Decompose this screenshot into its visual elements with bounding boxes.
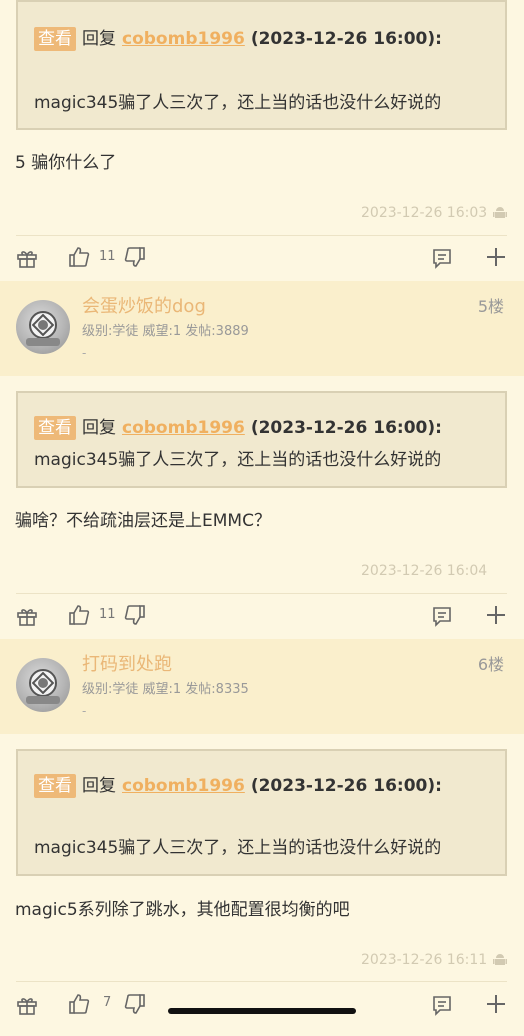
view-quote-button[interactable]: 查看 (34, 27, 76, 51)
view-quote-button[interactable]: 查看 (34, 774, 76, 798)
quoted-user-link[interactable]: cobomb1996 (122, 29, 245, 49)
thumb-up-icon[interactable] (68, 993, 90, 1019)
quote-text: magic345骗了人三次了，还上当的话也没什么好说的 (34, 838, 442, 858)
author-meta: 级别:学徒 威望:1 发帖:3889 (82, 324, 249, 339)
quote-time: (2023-12-26 16:00): (250, 29, 442, 49)
quote-time: (2023-12-26 16:00): (250, 418, 442, 438)
comment-icon[interactable] (431, 247, 453, 273)
floor-number: 5楼 (477, 297, 504, 316)
quoted-user-link[interactable]: cobomb1996 (122, 776, 245, 796)
like-count: 11 (99, 249, 116, 264)
quote-header: 查看 回复 cobomb1996 (2023-12-26 16:00): (34, 771, 442, 798)
quote-header: 查看 回复 cobomb1996 (2023-12-26 16:00): (34, 413, 442, 440)
diver-helmet-avatar[interactable] (16, 300, 70, 354)
quote-header: 查看 回复 cobomb1996 (2023-12-26 16:00): (34, 24, 442, 51)
reply-label: 回复 (82, 418, 116, 438)
author-name[interactable]: 打码到处跑 (82, 650, 172, 676)
like-count: 11 (99, 607, 116, 622)
quote-box: 查看 回复 cobomb1996 (2023-12-26 16:00): magic3… (16, 0, 507, 130)
plus-icon[interactable] (485, 604, 507, 630)
view-quote-button[interactable]: 查看 (34, 416, 76, 440)
author-signature: - (82, 346, 87, 360)
diver-helmet-avatar[interactable] (16, 658, 70, 712)
thumb-up-icon[interactable] (68, 604, 90, 630)
like-count: 7 (103, 995, 112, 1010)
thumb-down-icon[interactable] (124, 604, 146, 630)
post-timestamp: 2023-12-26 16:04 (361, 563, 488, 579)
quote-text: magic345骗了人三次了，还上当的话也没什么好说的 (34, 93, 442, 113)
gift-icon[interactable] (16, 994, 38, 1020)
post-timestamp: 2023-12-26 16:03 (361, 205, 488, 221)
gift-icon[interactable] (16, 605, 38, 631)
plus-icon[interactable] (485, 993, 507, 1019)
post-body: 骗啥？不给疏油层还是上EMMC？ (15, 511, 271, 531)
quoted-user-link[interactable]: cobomb1996 (122, 418, 245, 438)
divider (16, 593, 507, 594)
thumb-up-icon[interactable] (68, 246, 90, 272)
divider (16, 981, 507, 982)
gift-icon[interactable] (16, 247, 38, 273)
post-body: 5 骗你什么了 (15, 153, 117, 173)
floor-number: 6楼 (477, 655, 504, 674)
reply-label: 回复 (82, 776, 116, 796)
author-name[interactable]: 会蛋炒饭的dog (82, 292, 206, 318)
thumb-down-icon[interactable] (124, 246, 146, 272)
comment-icon[interactable] (431, 605, 453, 631)
comment-icon[interactable] (431, 994, 453, 1020)
plus-icon[interactable] (485, 246, 507, 272)
action-bar: 7 (0, 992, 524, 1036)
thumb-down-icon[interactable] (124, 993, 146, 1019)
quote-box: 查看 回复 cobomb1996 (2023-12-26 16:00): magic3… (16, 391, 507, 488)
author-signature: - (82, 704, 87, 718)
android-icon (492, 205, 508, 225)
author-meta: 级别:学徒 威望:1 发帖:8335 (82, 682, 249, 697)
post-body: magic5系列除了跳水，其他配置很均衡的吧 (15, 900, 350, 920)
quote-text: magic345骗了人三次了，还上当的话也没什么好说的 (34, 450, 442, 470)
post-header (0, 639, 524, 734)
home-indicator[interactable] (168, 1008, 356, 1014)
android-icon (492, 952, 508, 972)
quote-time: (2023-12-26 16:00): (250, 776, 442, 796)
post-timestamp: 2023-12-26 16:11 (361, 952, 488, 968)
post-header (0, 281, 524, 376)
reply-label: 回复 (82, 29, 116, 49)
quote-box: 查看 回复 cobomb1996 (2023-12-26 16:00): magic3… (16, 749, 507, 876)
divider (16, 235, 507, 236)
